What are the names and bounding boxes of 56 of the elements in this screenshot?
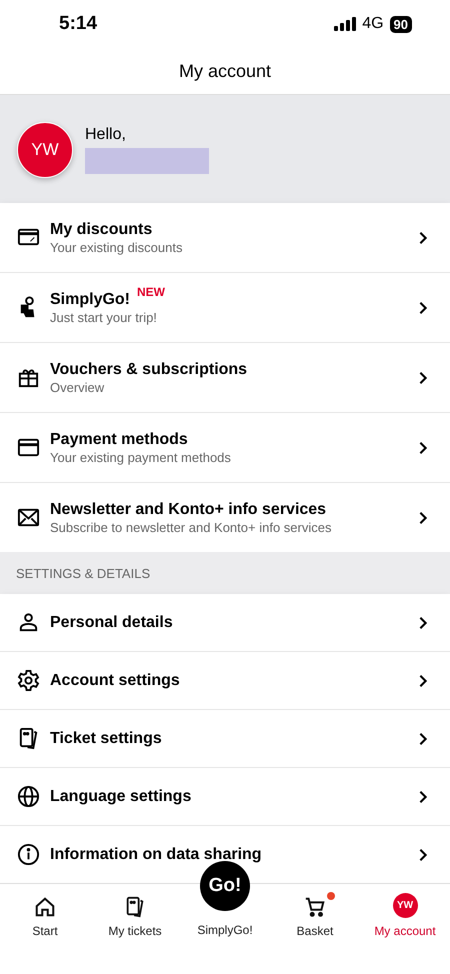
chevron-right-icon: [418, 230, 428, 245]
avatar: YW: [392, 893, 418, 918]
menu-item[interactable]: SimplyGo! NEW Just start your trip!: [0, 273, 450, 344]
chevron-right-icon: [418, 510, 428, 525]
menu-item[interactable]: Account settings: [0, 652, 450, 710]
battery-level: 90: [390, 16, 412, 33]
menu-item[interactable]: Language settings: [0, 768, 450, 826]
signal-icon: [334, 17, 356, 32]
chevron-right-icon: [418, 732, 428, 746]
menu-item-title: Personal details: [50, 614, 174, 632]
tab-item[interactable]: Basket: [270, 884, 360, 938]
menu-item[interactable]: Ticket settings: [0, 710, 450, 768]
greeting: Hello,: [85, 126, 127, 144]
tab-item[interactable]: YW My account: [360, 884, 450, 938]
status-time: 5:14: [59, 13, 98, 36]
chevron-right-icon: [418, 790, 428, 804]
tab-item[interactable]: Start: [0, 884, 90, 938]
tab-item[interactable]: Go! SimplyGo!: [180, 861, 270, 938]
menu-item-title: Account settings: [50, 672, 181, 690]
menu-item[interactable]: Personal details: [0, 594, 450, 652]
cart-icon: [304, 896, 326, 918]
avatar: YW: [17, 122, 73, 178]
menu-item-subtitle: Your existing discounts: [50, 240, 184, 255]
chevron-right-icon: [418, 300, 428, 315]
new-label: NEW: [137, 284, 166, 299]
menu-item-title: Ticket settings: [50, 730, 163, 748]
menu-item-title: Language settings: [50, 788, 192, 806]
menu-item[interactable]: Vouchers & subscriptions Overview: [0, 343, 450, 414]
home-icon: [34, 896, 56, 918]
ticket-icon: [124, 896, 146, 918]
menu-item-title: Newsletter and Konto+ info services: [50, 500, 326, 519]
chevron-right-icon: [418, 616, 428, 630]
go-button-label: Go!: [200, 861, 250, 912]
menu-item-subtitle: Just start your trip!: [50, 310, 158, 325]
menu-item-title: Vouchers & subscriptions: [50, 360, 248, 379]
menu-item[interactable]: Payment methods Your existing payment methods: [0, 413, 450, 484]
globe-icon: [17, 785, 40, 808]
page-title: My account: [178, 60, 272, 82]
ticket-icon: [17, 727, 40, 750]
section-heading: SETTINGS & DETAILS: [16, 566, 150, 581]
menu-item-title: Payment methods: [50, 430, 188, 449]
menu-item-subtitle: Subscribe to newsletter and Konto+ info services: [50, 520, 332, 535]
menu-item-subtitle: Your existing payment methods: [50, 450, 232, 465]
menu-item-title: My discounts: [50, 220, 152, 239]
menu-item-title: Information on data sharing: [50, 846, 263, 864]
menu-item[interactable]: Newsletter and Konto+ info services Subscribe to newsletter and Konto+ info services: [0, 483, 450, 552]
menu-item-subtitle: Overview: [50, 380, 106, 395]
menu-item-title: SimplyGo!: [50, 290, 130, 309]
tab-item[interactable]: My tickets: [90, 884, 180, 938]
network-label: 4G: [362, 15, 384, 34]
menu-item[interactable]: My discounts Your existing discounts: [0, 203, 450, 274]
chevron-right-icon: [418, 848, 428, 862]
chevron-right-icon: [418, 370, 428, 385]
settings-icon: [17, 669, 40, 692]
chevron-right-icon: [418, 674, 428, 688]
chevron-right-icon: [418, 440, 428, 455]
